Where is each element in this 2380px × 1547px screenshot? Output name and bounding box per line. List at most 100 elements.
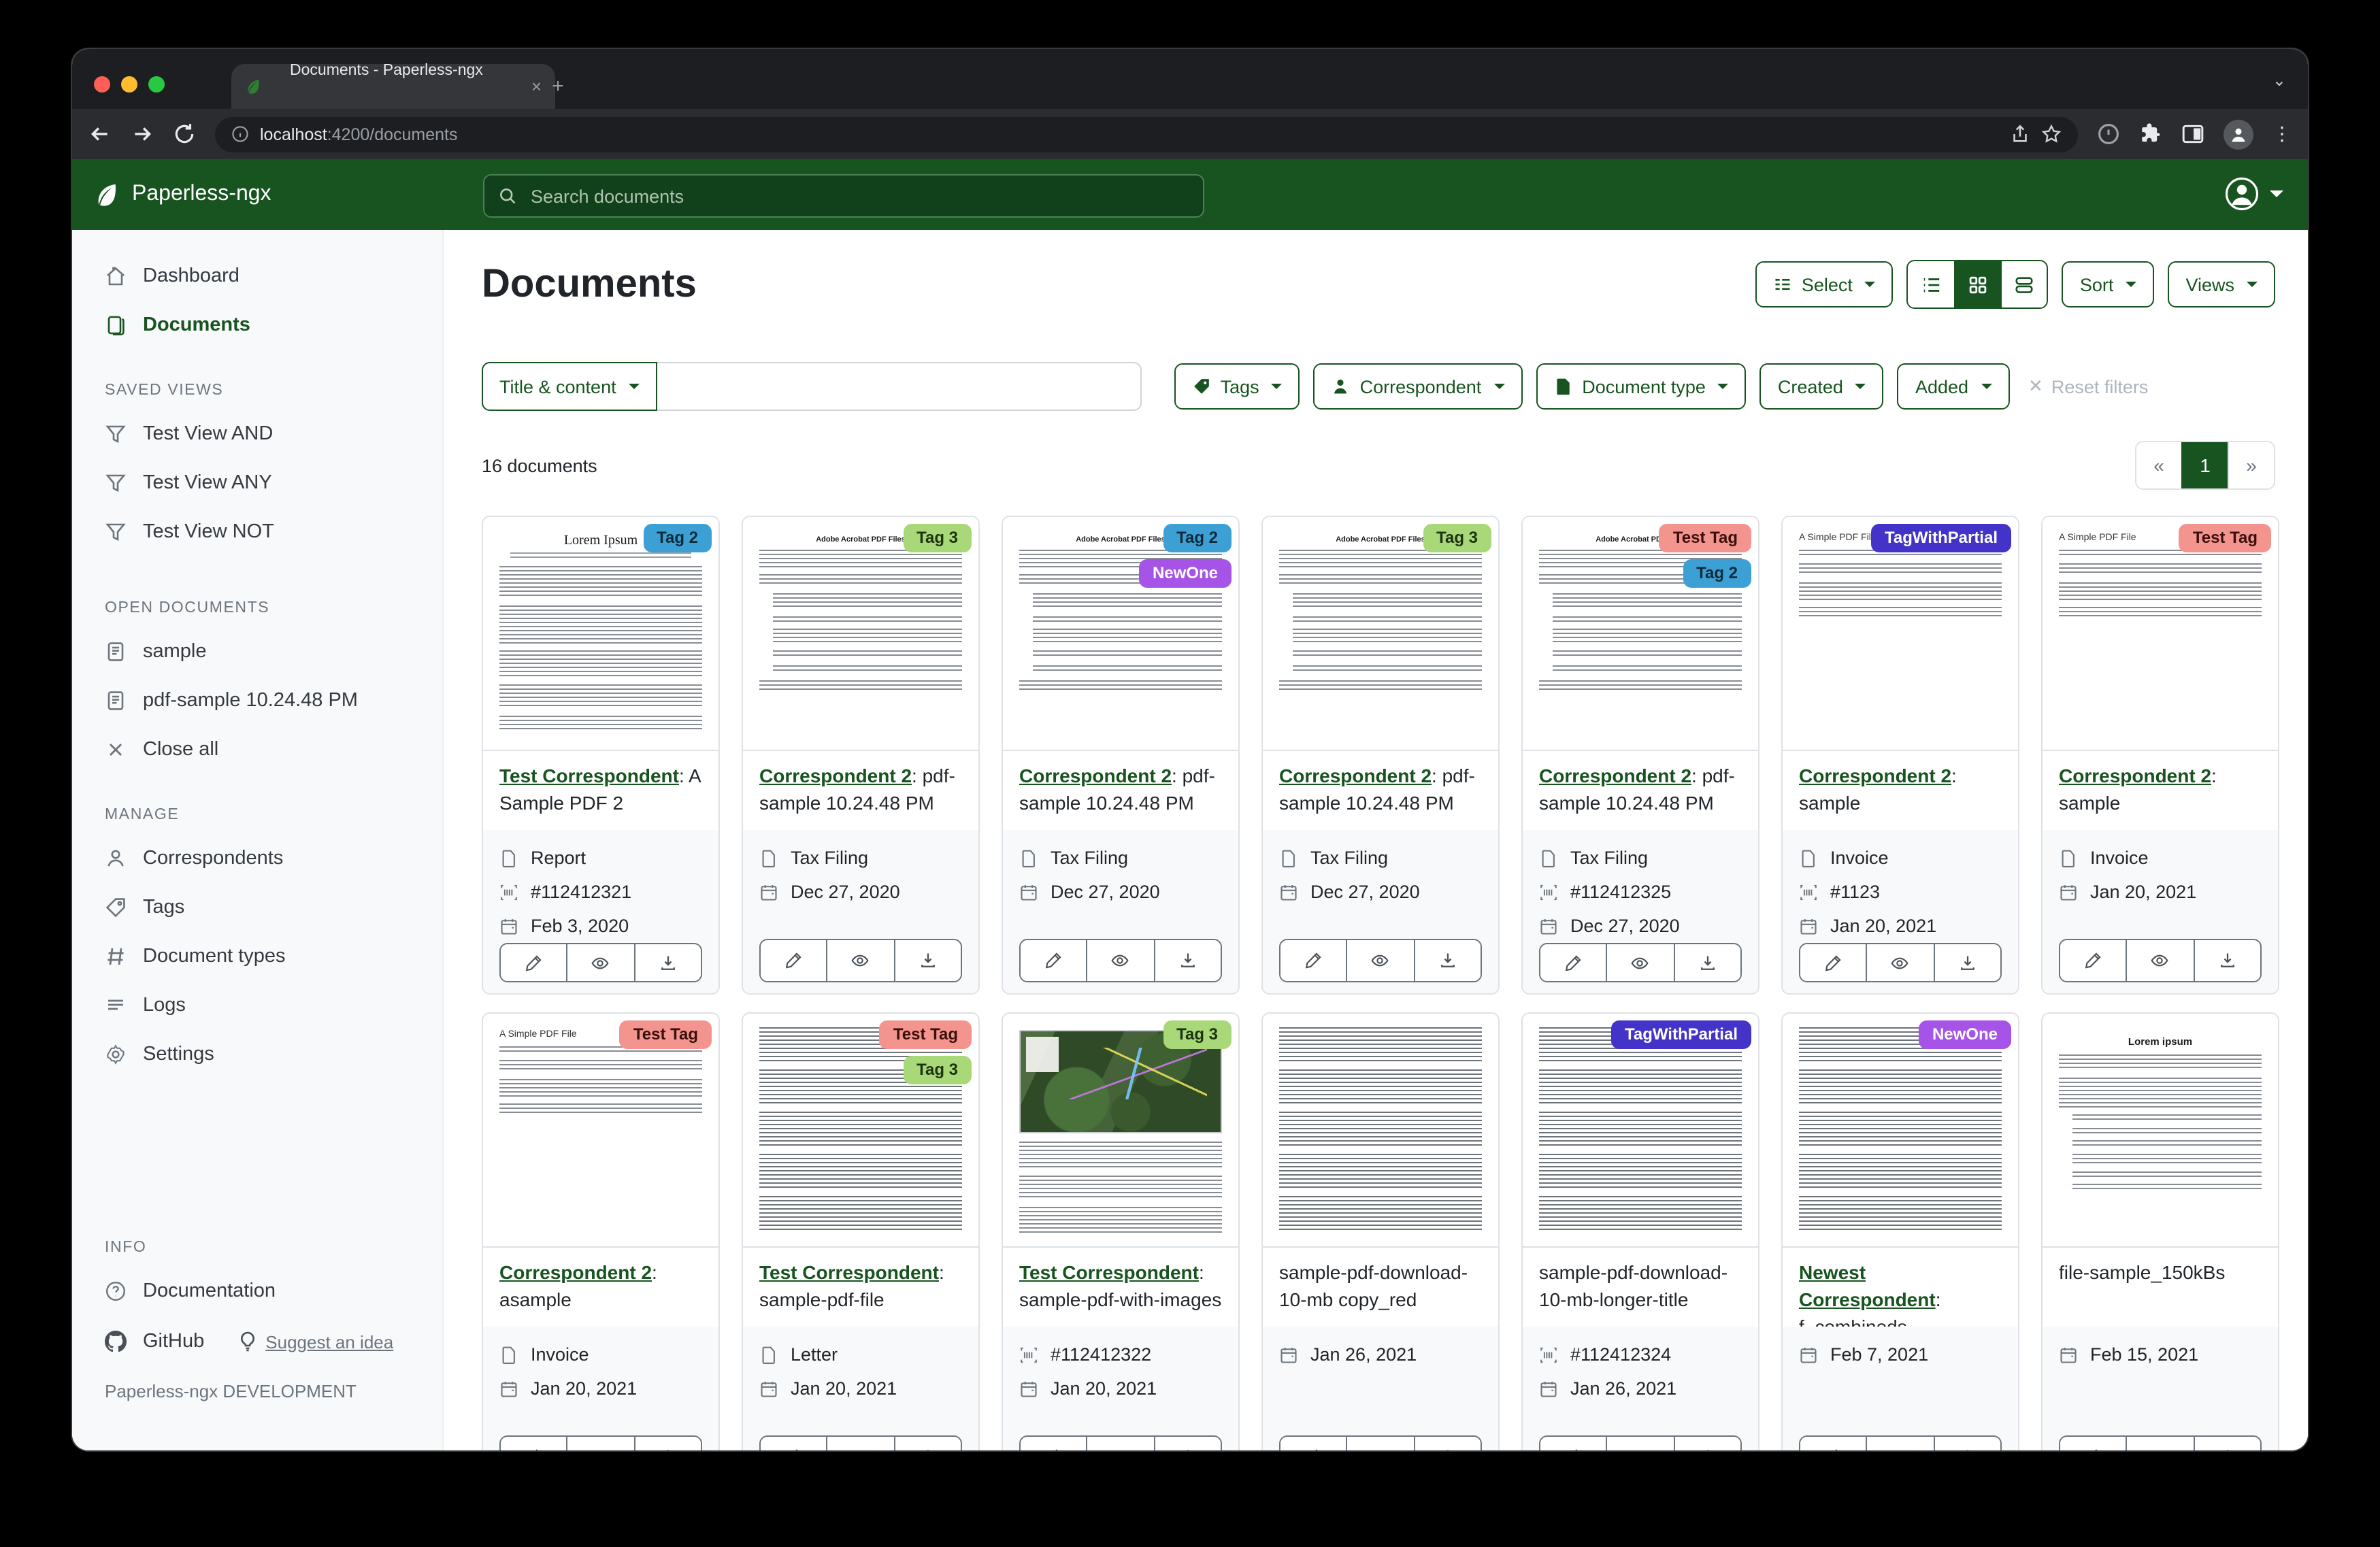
download-button[interactable]	[2193, 940, 2260, 981]
sidebar-item-logs[interactable]: Logs	[72, 981, 442, 1030]
download-button[interactable]	[633, 1437, 701, 1450]
download-button[interactable]	[1153, 1437, 1221, 1450]
extensions-puzzle-icon[interactable]	[2139, 122, 2162, 146]
document-thumbnail[interactable]: Lorem ipsum	[2043, 1014, 2278, 1248]
view-button[interactable]	[2126, 940, 2194, 981]
document-thumbnail[interactable]: Test TagTag 2 Adobe Acrobat PDF Files	[1523, 517, 1758, 751]
document-card[interactable]: Test Tag A Simple PDF File Correspondent…	[2041, 516, 2279, 995]
edit-button[interactable]	[1800, 944, 1866, 981]
document-thumbnail[interactable]: TagWithPartial	[1523, 1014, 1758, 1248]
sidebar-item-saved-view-any[interactable]: Test View ANY	[72, 459, 442, 508]
sidebar-item-correspondents[interactable]: Correspondents	[72, 834, 442, 883]
edit-button[interactable]	[1800, 1437, 1866, 1450]
sidebar-item-dashboard[interactable]: Dashboard	[72, 252, 442, 301]
tag-badge[interactable]: Test Tag	[1659, 524, 1751, 552]
tag-badge[interactable]: Tag 3	[903, 524, 972, 552]
sidepanel-icon[interactable]	[2181, 122, 2204, 146]
view-button[interactable]	[1606, 944, 1674, 981]
pagination-page-1[interactable]: 1	[2181, 442, 2228, 488]
filter-query-input[interactable]	[657, 362, 1142, 411]
tag-badge[interactable]: Test Tag	[2179, 524, 2271, 552]
document-card[interactable]: Lorem ipsum file-sample_150kBs Feb 15, 2…	[2041, 1012, 2279, 1450]
download-button[interactable]	[1413, 940, 1481, 981]
view-mode-grid-button[interactable]	[1955, 261, 2001, 307]
correspondent-link[interactable]: Correspondent 2	[1279, 765, 1432, 786]
tag-badge[interactable]: Tag 3	[1423, 524, 1491, 552]
download-button[interactable]	[1673, 1437, 1740, 1450]
view-mode-list-button[interactable]	[1908, 261, 1955, 307]
app-brand[interactable]: Paperless-ngx	[94, 181, 271, 208]
url-text[interactable]: localhost:4200/documents	[260, 124, 1999, 144]
download-button[interactable]	[1673, 944, 1740, 981]
document-thumbnail[interactable]: NewOne	[1783, 1014, 2018, 1248]
new-tab-button[interactable]: +	[546, 75, 570, 99]
minimize-window-button[interactable]	[121, 76, 137, 93]
tag-badge[interactable]: Test Tag	[880, 1020, 972, 1049]
sidebar-item-open-doc-pdf-sample[interactable]: pdf-sample 10.24.48 PM	[72, 676, 442, 725]
reload-icon[interactable]	[173, 122, 196, 146]
tag-badge[interactable]: Tag 2	[643, 524, 712, 552]
document-thumbnail[interactable]: TagWithPartial A Simple PDF File	[1783, 517, 2018, 751]
document-type-filter-button[interactable]: Document type	[1536, 363, 1747, 410]
document-card[interactable]: Test Tag A Simple PDF File Correspondent…	[482, 1012, 720, 1450]
edit-button[interactable]	[1280, 940, 1346, 981]
suggest-an-idea-link[interactable]: Suggest an idea	[237, 1331, 393, 1352]
extension-badge-icon[interactable]	[2097, 122, 2120, 146]
document-card[interactable]: Tag 3 Test Correspondent: sample-pdf-wit…	[1002, 1012, 1240, 1450]
sort-dropdown-button[interactable]: Sort	[2062, 261, 2155, 307]
tag-badge[interactable]: NewOne	[1139, 559, 1232, 588]
pagination-prev-button[interactable]: «	[2136, 442, 2181, 488]
edit-button[interactable]	[761, 940, 827, 981]
sidebar-item-close-all[interactable]: Close all	[72, 725, 442, 774]
sidebar-item-settings[interactable]: Settings	[72, 1030, 442, 1079]
document-thumbnail[interactable]	[1263, 1014, 1498, 1248]
tag-badge[interactable]: TagWithPartial	[1871, 524, 2011, 552]
correspondent-link[interactable]: Test Correspondent	[499, 765, 679, 786]
tag-badge[interactable]: Test Tag	[620, 1020, 712, 1049]
correspondent-link[interactable]: Correspondent 2	[1019, 765, 1172, 786]
document-thumbnail[interactable]: Tag 2 Lorem Ipsum	[483, 517, 718, 751]
view-button[interactable]	[827, 940, 894, 981]
edit-button[interactable]	[1280, 1437, 1346, 1450]
document-card[interactable]: sample-pdf-download-10-mb copy_red Jan 2…	[1261, 1012, 1500, 1450]
share-icon[interactable]	[2010, 124, 2030, 144]
tag-badge[interactable]: NewOne	[1919, 1020, 2011, 1049]
browser-profile-avatar[interactable]	[2224, 119, 2253, 149]
created-filter-button[interactable]: Created	[1760, 363, 1884, 410]
correspondent-link[interactable]: Correspondent 2	[759, 765, 912, 786]
edit-button[interactable]	[2060, 1437, 2126, 1450]
document-thumbnail[interactable]: Test Tag A Simple PDF File	[483, 1014, 718, 1248]
edit-button[interactable]	[1021, 1437, 1087, 1450]
forward-icon[interactable]	[131, 122, 154, 146]
close-window-button[interactable]	[94, 76, 110, 93]
download-button[interactable]	[633, 944, 701, 981]
view-button[interactable]	[1866, 944, 1934, 981]
added-filter-button[interactable]: Added	[1898, 363, 2009, 410]
edit-button[interactable]	[2060, 940, 2126, 981]
document-card[interactable]: TagWithPartial A Simple PDF File Corresp…	[1781, 516, 2019, 995]
download-button[interactable]	[1933, 1437, 2000, 1450]
view-button[interactable]	[2126, 1437, 2194, 1450]
zoom-window-button[interactable]	[148, 76, 165, 93]
document-card[interactable]: NewOne Newest Correspondent: f_combineds…	[1781, 1012, 2019, 1450]
correspondent-link[interactable]: Newest Correspondent	[1799, 1261, 1936, 1310]
site-info-icon[interactable]	[231, 125, 249, 143]
correspondent-link[interactable]: Correspondent 2	[2059, 765, 2211, 786]
title-content-dropdown-button[interactable]: Title & content	[482, 362, 657, 411]
download-button[interactable]	[1413, 1437, 1481, 1450]
view-button[interactable]	[1866, 1437, 1934, 1450]
tag-badge[interactable]: Tag 3	[903, 1056, 972, 1084]
correspondent-link[interactable]: Correspondent 2	[1539, 765, 1691, 786]
document-card[interactable]: Tag 2NewOne Adobe Acrobat PDF Files Corr…	[1002, 516, 1240, 995]
document-card[interactable]: Tag 2 Lorem Ipsum Test Correspondent: A …	[482, 516, 720, 995]
document-thumbnail[interactable]: Test Tag A Simple PDF File	[2043, 517, 2278, 751]
tag-badge[interactable]: Tag 3	[1163, 1020, 1232, 1049]
view-button[interactable]	[1346, 940, 1414, 981]
document-card[interactable]: Test TagTag 2 Adobe Acrobat PDF Files Co…	[1521, 516, 1759, 995]
back-icon[interactable]	[88, 122, 112, 146]
document-thumbnail[interactable]: Tag 3 Adobe Acrobat PDF Files	[1263, 517, 1498, 751]
view-button[interactable]	[1087, 1437, 1154, 1450]
document-card[interactable]: Tag 3 Adobe Acrobat PDF Files Correspond…	[1261, 516, 1500, 995]
user-menu[interactable]	[2224, 176, 2283, 212]
correspondent-link[interactable]: Test Correspondent	[759, 1261, 939, 1283]
